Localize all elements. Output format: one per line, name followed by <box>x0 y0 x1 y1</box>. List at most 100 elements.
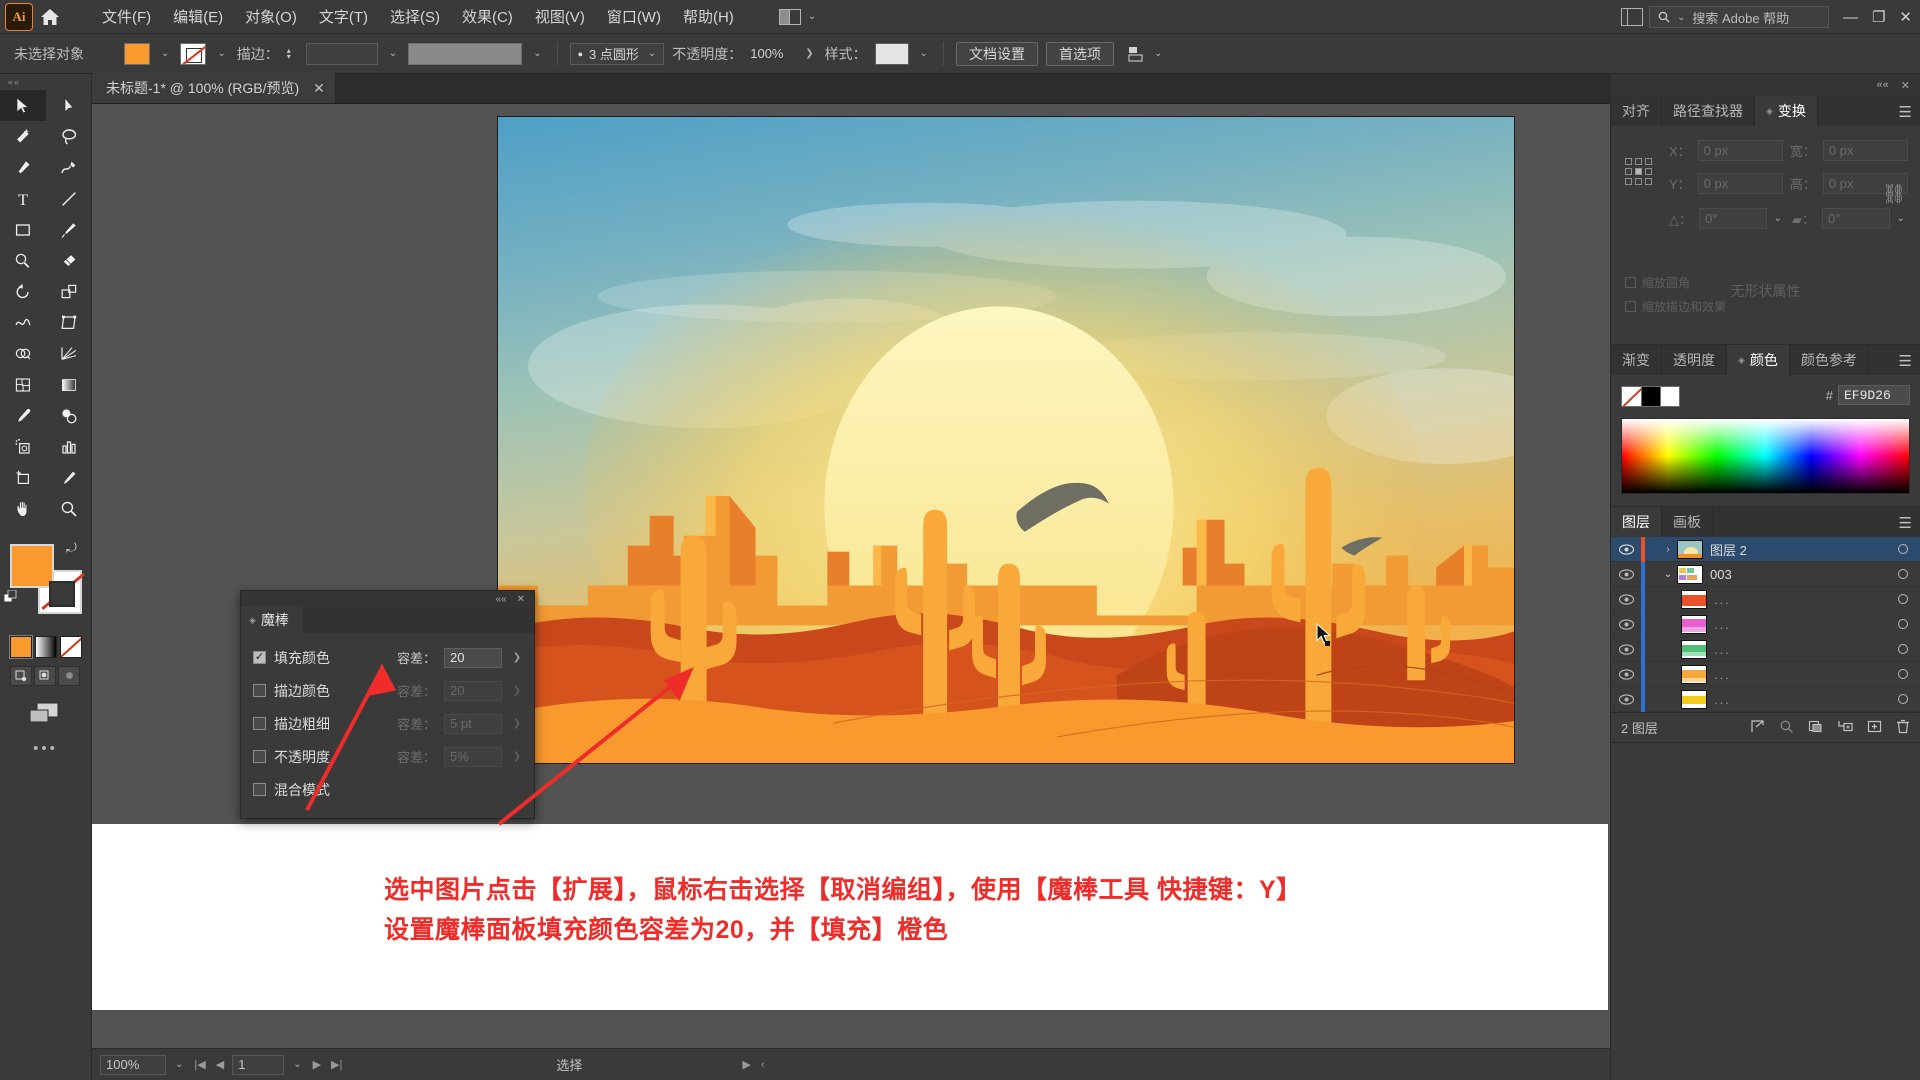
target-indicator[interactable] <box>1886 619 1920 629</box>
mesh-tool[interactable] <box>0 369 46 400</box>
menu-item-edit[interactable]: 编辑(E) <box>162 0 234 33</box>
next-artboard-button[interactable]: ▶ <box>311 1058 323 1071</box>
menu-item-window[interactable]: 窗口(W) <box>596 0 672 33</box>
visibility-toggle-icon[interactable] <box>1611 568 1641 580</box>
fill-color-checkbox[interactable] <box>253 651 266 664</box>
width-tool[interactable] <box>0 307 46 338</box>
layer-name[interactable]: ... <box>1714 592 1886 607</box>
tab-magic-wand[interactable]: ◈ 魔棒 <box>241 607 303 633</box>
layer-row-path-4[interactable]: ... <box>1611 661 1920 687</box>
option-row-stroke-color[interactable]: 描边颜色 容差： 20 ❯ <box>253 674 524 707</box>
anchor-center[interactable] <box>1635 168 1642 175</box>
document-setup-button[interactable]: 文档设置 <box>956 41 1039 66</box>
layer-name[interactable]: 图层 2 <box>1710 540 1886 559</box>
tab-pathfinder[interactable]: 路径查找器 <box>1662 96 1755 126</box>
option-row-blending-mode[interactable]: 混合模式 <box>253 773 524 806</box>
shaper-tool[interactable] <box>0 245 46 276</box>
layer-row-path-1[interactable]: ... <box>1611 586 1920 612</box>
eyedropper-tool[interactable] <box>0 400 46 431</box>
preferences-button[interactable]: 首选项 <box>1046 41 1115 66</box>
scale-tool[interactable] <box>46 276 92 307</box>
gradient-tool[interactable] <box>46 369 92 400</box>
hex-value-input[interactable]: EF9D26 <box>1838 385 1910 405</box>
reference-point-selector[interactable] <box>1625 158 1652 185</box>
draw-behind-icon[interactable] <box>34 666 56 686</box>
type-tool[interactable]: T <box>0 183 46 214</box>
anchor-ml[interactable] <box>1625 168 1632 175</box>
minimize-button[interactable]: — <box>1843 9 1858 26</box>
layer-name[interactable]: ... <box>1714 692 1886 707</box>
prev-artboard-button[interactable]: ◀ <box>214 1058 226 1071</box>
scale-strokes-checkbox[interactable] <box>1625 301 1636 312</box>
draw-inside-icon[interactable] <box>58 666 80 686</box>
perspective-grid-tool[interactable] <box>46 338 92 369</box>
stroke-weight-stepper[interactable]: ▴ ▾ <box>287 46 298 60</box>
anchor-tl[interactable] <box>1625 158 1632 165</box>
target-indicator[interactable] <box>1886 644 1920 654</box>
make-clipping-mask-icon[interactable] <box>1808 719 1823 737</box>
blending-mode-checkbox[interactable] <box>253 783 266 796</box>
visibility-toggle-icon[interactable] <box>1611 668 1641 680</box>
layer-row-003[interactable]: ⌄ 003 <box>1611 561 1920 587</box>
color-mode-button[interactable] <box>9 635 33 659</box>
tab-transparency[interactable]: 透明度 <box>1662 345 1727 375</box>
default-fill-stroke-icon[interactable] <box>3 589 18 604</box>
opacity-chevron-icon[interactable]: ❯ <box>802 48 816 59</box>
search-icon[interactable] <box>1779 719 1794 737</box>
scale-corners-row[interactable]: 缩放圆角 <box>1625 274 1726 291</box>
brush-definition-select[interactable]: ● 3 点圆形 ⌄ <box>569 42 665 65</box>
magic-wand-panel[interactable]: «« ✕ ◈ 魔棒 填充颜色 容差： 20 ❯ 描 <box>240 590 535 819</box>
option-row-stroke-weight[interactable]: 描边粗细 容差： 5 pt ❯ <box>253 707 524 740</box>
tab-layers[interactable]: 图层 <box>1611 507 1662 537</box>
stroke-weight-field[interactable] <box>305 42 378 65</box>
symbol-sprayer-tool[interactable] <box>0 431 46 462</box>
anchor-bc[interactable] <box>1635 178 1642 185</box>
none-mode-button[interactable] <box>60 636 82 658</box>
y-input[interactable]: 0 px <box>1697 173 1783 194</box>
slice-tool[interactable] <box>46 462 92 493</box>
stroke-weight-chevron-icon[interactable]: ⌄ <box>386 48 400 59</box>
create-new-layer-icon[interactable] <box>1867 719 1882 737</box>
layer-name[interactable]: ... <box>1714 617 1886 632</box>
hand-tool[interactable] <box>0 493 46 524</box>
fill-tolerance-chevron-icon[interactable]: ❯ <box>510 652 524 663</box>
zoom-chevron-icon[interactable]: ⌄ <box>172 1059 186 1070</box>
layer-name[interactable]: ... <box>1714 667 1886 682</box>
x-input[interactable]: 0 px <box>1697 140 1783 161</box>
gradient-mode-button[interactable] <box>35 636 57 658</box>
constrain-proportions-icon[interactable]: ⛓ <box>1882 182 1906 206</box>
stroke-chevron-icon[interactable]: ⌄ <box>214 48 228 59</box>
menu-item-type[interactable]: 文字(T) <box>308 0 379 33</box>
collapse-group-icon[interactable]: ⌄ <box>1659 569 1677 580</box>
visibility-toggle-icon[interactable] <box>1611 593 1641 605</box>
document-tab-close-icon[interactable]: ✕ <box>313 80 325 97</box>
anchor-br[interactable] <box>1645 178 1652 185</box>
angle-input[interactable]: 0° <box>1699 208 1767 229</box>
free-transform-tool[interactable] <box>46 307 92 338</box>
delete-layer-icon[interactable] <box>1896 719 1910 737</box>
line-segment-tool[interactable] <box>46 183 92 214</box>
visibility-toggle-icon[interactable] <box>1611 693 1641 705</box>
black-swatch[interactable] <box>1641 385 1661 407</box>
artboard[interactable] <box>497 116 1515 764</box>
stroke-color-swatch[interactable] <box>180 42 207 65</box>
color-spectrum-gradient[interactable] <box>1622 419 1909 493</box>
edit-toolbar-button[interactable]: ••• <box>0 726 91 757</box>
menu-item-object[interactable]: 对象(O) <box>234 0 308 33</box>
column-graph-tool[interactable] <box>46 431 92 462</box>
anchor-tc[interactable] <box>1635 158 1642 165</box>
pen-tool[interactable] <box>0 152 46 183</box>
close-icon[interactable]: ✕ <box>517 594 525 605</box>
dock-collapse-icon[interactable]: «« <box>1877 79 1889 91</box>
fill-color-swatch[interactable] <box>124 42 150 65</box>
toolbar-fill-swatch[interactable] <box>10 544 54 588</box>
target-indicator[interactable] <box>1886 594 1920 604</box>
rotate-tool[interactable] <box>0 276 46 307</box>
color-panel-menu-icon[interactable]: ☰ <box>1899 352 1912 370</box>
toolbar-grip[interactable]: «« <box>0 74 91 90</box>
target-indicator[interactable] <box>1886 569 1920 579</box>
opacity-checkbox[interactable] <box>253 750 266 763</box>
fill-tolerance-input[interactable]: 20 <box>444 647 502 668</box>
menu-item-file[interactable]: 文件(F) <box>91 0 162 33</box>
angle-chevron-icon[interactable]: ⌄ <box>1771 213 1785 224</box>
